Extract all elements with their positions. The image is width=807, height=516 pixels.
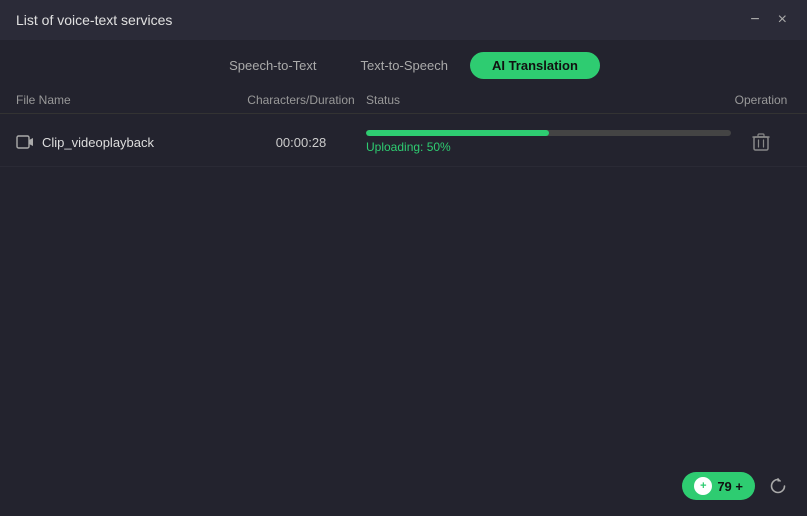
delete-button[interactable] [748,128,774,156]
credits-button[interactable]: + 79 + [682,472,755,500]
refresh-button[interactable] [765,473,791,499]
table-body: Clip_videoplayback 00:00:28 Uploading: 5… [0,114,807,516]
table-row: Clip_videoplayback 00:00:28 Uploading: 5… [0,118,807,167]
credits-count: 79 + [717,479,743,494]
tab-ai-translation[interactable]: AI Translation [470,52,600,79]
window-title: List of voice-text services [16,12,172,28]
main-window: List of voice-text services − × Speech-t… [0,0,807,516]
tab-text-to-speech[interactable]: Text-to-Speech [339,52,470,79]
minimize-button[interactable]: − [746,10,763,30]
tab-bar: Speech-to-Text Text-to-Speech AI Transla… [0,40,807,87]
file-operation-cell [731,128,791,156]
table-header: File Name Characters/Duration Status Ope… [0,87,807,114]
col-header-operation: Operation [731,93,791,107]
file-duration-cell: 00:00:28 [236,135,366,150]
title-bar-controls: − × [746,10,791,30]
col-header-filename: File Name [16,93,236,107]
file-video-icon [16,134,34,150]
close-button[interactable]: × [774,10,791,30]
tab-speech-to-text[interactable]: Speech-to-Text [207,52,338,79]
file-status-cell: Uploading: 50% [366,130,731,154]
bottom-bar: + 79 + [682,472,791,500]
file-info-cell: Clip_videoplayback [16,134,236,150]
file-name-label: Clip_videoplayback [42,135,154,150]
progress-label: Uploading: 50% [366,140,731,154]
progress-fill [366,130,549,136]
progress-track [366,130,731,136]
title-bar: List of voice-text services − × [0,0,807,40]
col-header-duration: Characters/Duration [236,93,366,107]
col-header-status: Status [366,93,731,107]
credits-icon: + [694,477,712,495]
